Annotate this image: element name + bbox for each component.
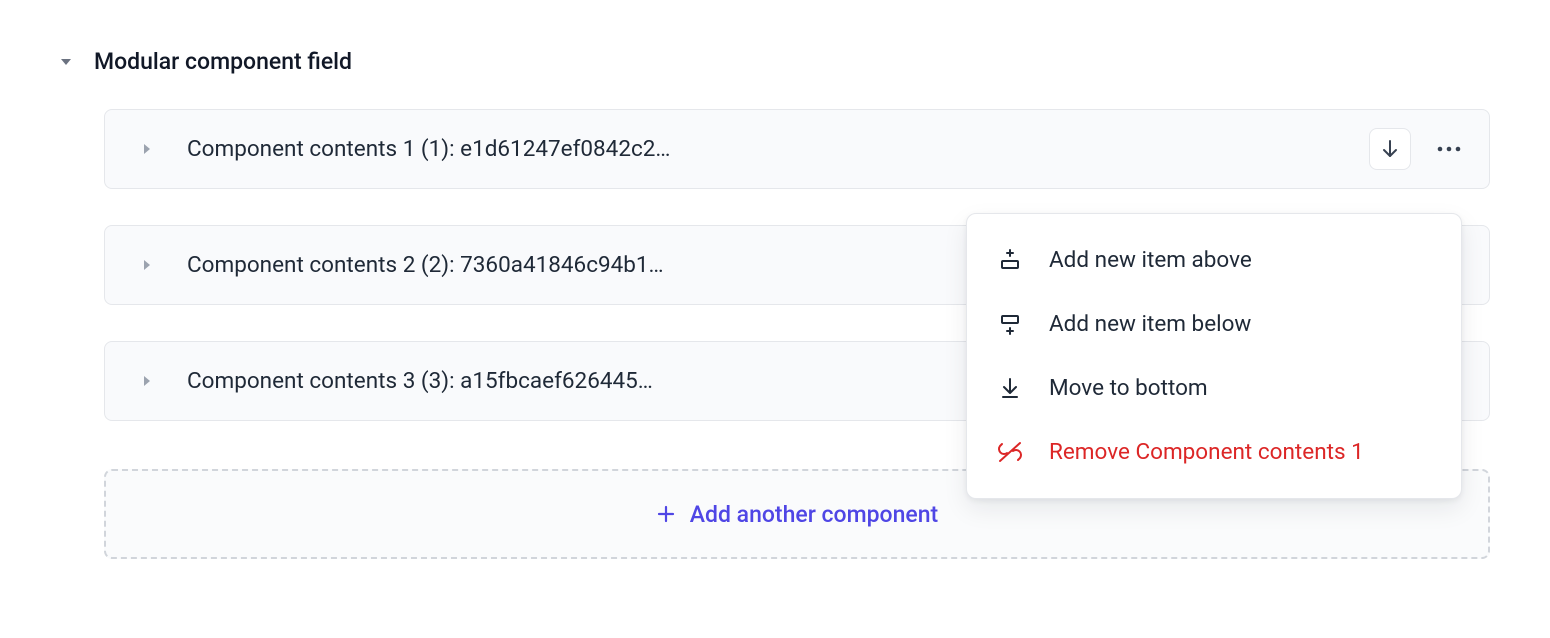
menu-add-below[interactable]: Add new item below: [967, 292, 1461, 356]
menu-item-label: Move to bottom: [1049, 375, 1208, 401]
menu-item-label: Add new item above: [1049, 247, 1252, 273]
caret-right-icon: [133, 375, 161, 387]
add-component-label: Add another component: [690, 501, 938, 528]
component-actions-menu: Add new item above Add new item below: [966, 213, 1462, 499]
field-title: Modular component field: [94, 48, 352, 75]
caret-right-icon: [133, 259, 161, 271]
plus-icon: [656, 504, 676, 524]
more-actions-button[interactable]: [1429, 145, 1469, 153]
menu-remove[interactable]: Remove Component contents 1: [967, 420, 1461, 484]
move-down-button[interactable]: [1369, 128, 1411, 170]
add-item-below-icon: [997, 312, 1023, 336]
menu-item-label: Remove Component contents 1: [1049, 439, 1364, 465]
field-header[interactable]: Modular component field: [60, 48, 1490, 75]
caret-down-icon: [60, 56, 72, 68]
menu-move-bottom[interactable]: Move to bottom: [967, 356, 1461, 420]
menu-add-above[interactable]: Add new item above: [967, 228, 1461, 292]
add-item-above-icon: [997, 248, 1023, 272]
component-row[interactable]: Component contents 1 (1): e1d61247ef0842…: [104, 109, 1490, 189]
move-to-bottom-icon: [997, 376, 1023, 400]
unlink-icon: [997, 440, 1023, 464]
caret-right-icon: [133, 143, 161, 155]
menu-item-label: Add new item below: [1049, 311, 1251, 337]
component-label: Component contents 1 (1): e1d61247ef0842…: [187, 136, 1369, 162]
